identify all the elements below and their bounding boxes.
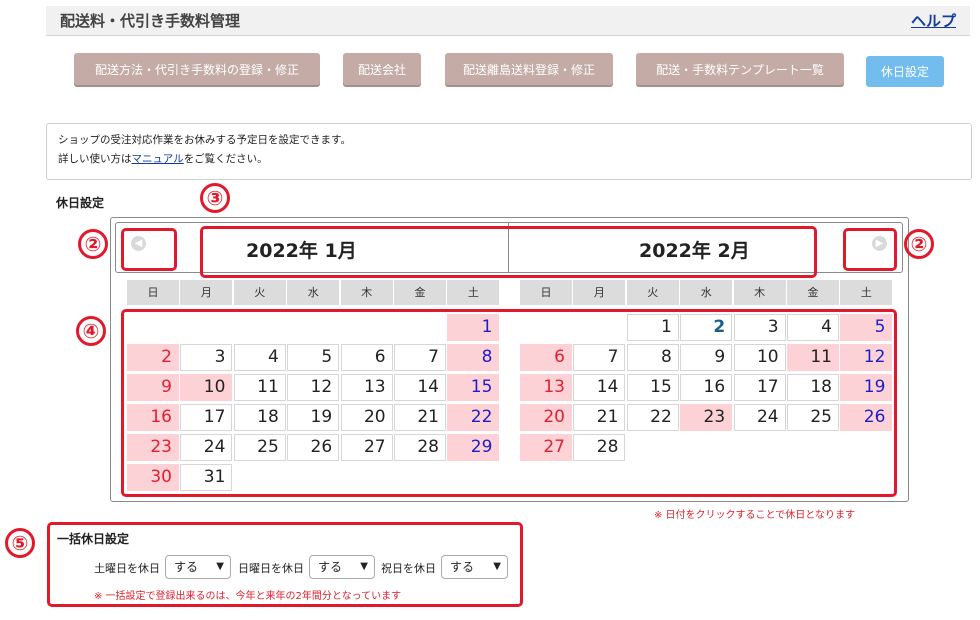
holiday-label: 祝日を休日 <box>381 562 436 575</box>
weekday-header: 日 <box>127 280 179 305</box>
manual-link[interactable]: マニュアル <box>132 153 184 165</box>
holiday-select-value: する <box>450 560 475 574</box>
sunday-label: 日曜日を休日 <box>238 562 304 575</box>
holiday-settings-page: 配送料・代引き手数料管理 ヘルプ 配送方法・代引き手数料の登録・修正 配送会社 … <box>0 0 980 620</box>
page-header: 配送料・代引き手数料管理 ヘルプ <box>46 6 970 36</box>
holiday-section-title: 休日設定 <box>56 196 105 210</box>
info-text: をご覧ください。 <box>183 153 268 165</box>
tab-shipping-methods[interactable]: 配送方法・代引き手数料の登録・修正 <box>74 53 320 85</box>
help-link[interactable]: ヘルプ <box>911 10 956 31</box>
weekday-header: 金 <box>394 280 446 305</box>
info-box: ショップの受注対応作業をお休みする予定日を設定できます。 詳しい使い方はマニュア… <box>46 123 972 180</box>
weekday-header: 木 <box>733 280 786 305</box>
bulk-note: ※ 一括設定で登録出来るのは、今年と来年の2年間分となっています <box>94 591 402 602</box>
weekday-header: 火 <box>233 280 286 305</box>
annotation-marker-3: ③ <box>200 183 230 213</box>
weekday-header: 水 <box>287 280 340 305</box>
chevron-down-icon: ▼ <box>493 561 501 572</box>
weekday-header: 土 <box>447 280 500 305</box>
weekday-header: 月 <box>573 280 626 305</box>
weekday-header: 水 <box>680 280 733 305</box>
weekday-header: 日 <box>520 280 572 305</box>
info-line-1: ショップの受注対応作業をお休みする予定日を設定できます。 <box>58 134 351 146</box>
holiday-select[interactable]: する ▼ <box>441 555 508 579</box>
page-title: 配送料・代引き手数料管理 <box>60 12 241 30</box>
tab-remote-island-fees[interactable]: 配送離島送料登録・修正 <box>445 53 613 85</box>
calendar-note: ※ 日付をクリックすることで休日となります <box>654 510 855 521</box>
chevron-down-icon: ▼ <box>360 561 368 572</box>
sunday-select-value: する <box>318 560 343 574</box>
saturday-select[interactable]: する ▼ <box>165 555 231 579</box>
annotation-marker-5: ⑤ <box>5 528 35 558</box>
annotation-box-next <box>843 228 897 271</box>
bulk-title: 一括休日設定 <box>57 532 130 546</box>
weekday-header: 土 <box>840 280 893 305</box>
annotation-marker-4: ④ <box>76 316 106 346</box>
chevron-down-icon: ▼ <box>216 561 224 572</box>
saturday-label: 土曜日を休日 <box>94 562 160 575</box>
tab-fee-templates[interactable]: 配送・手数料テンプレート一覧 <box>636 53 844 85</box>
annotation-marker-2-right: ② <box>904 229 934 259</box>
weekday-header: 金 <box>787 280 839 305</box>
annotation-marker-2-left: ② <box>78 229 108 259</box>
annotation-box-months <box>200 226 817 278</box>
tab-carriers[interactable]: 配送会社 <box>343 53 421 85</box>
weekday-header: 火 <box>626 280 679 305</box>
annotation-box-days <box>121 309 897 497</box>
annotation-box-prev <box>121 228 177 271</box>
tab-holiday-settings[interactable]: 休日設定 <box>866 56 944 87</box>
sunday-select[interactable]: する ▼ <box>309 555 375 579</box>
info-line-2: 詳しい使い方はマニュアルをご覧ください。 <box>58 150 960 169</box>
weekday-header: 月 <box>180 280 233 305</box>
weekday-header: 木 <box>340 280 393 305</box>
saturday-select-value: する <box>174 560 199 574</box>
info-text: 詳しい使い方は <box>58 153 132 165</box>
